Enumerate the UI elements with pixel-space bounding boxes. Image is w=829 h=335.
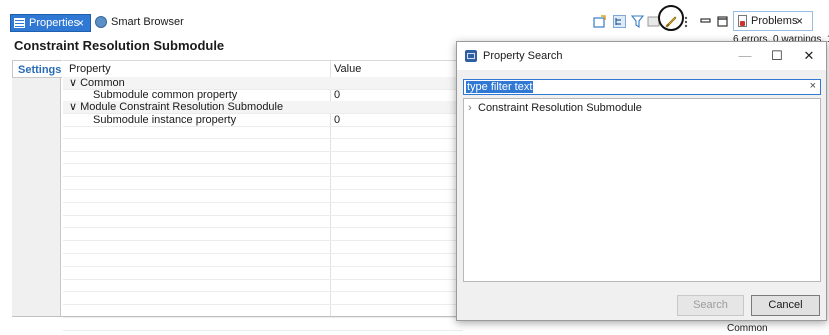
property-label: Common (80, 77, 125, 89)
cancel-button[interactable]: Cancel (751, 295, 820, 316)
property-label: Module Constraint Resolution Submodule (80, 101, 284, 114)
tab-properties-label: Properties (29, 17, 80, 29)
tree-icon[interactable] (613, 15, 626, 28)
search-button[interactable]: Search (677, 295, 744, 316)
value-cell[interactable]: 0 (334, 89, 340, 101)
property-cell: Submodule common property (93, 89, 237, 101)
property-cell: ∨ Module Constraint Resolution Submodule (69, 101, 283, 113)
panel-bottom-border (12, 316, 460, 317)
property-label: Submodule instance property (93, 113, 237, 126)
settings-column (12, 60, 61, 316)
empty-row (63, 254, 463, 267)
common-label: Common (727, 323, 768, 334)
tab-smart-browser-label: Smart Browser (111, 16, 184, 28)
table-row[interactable]: Submodule instance property 0 (63, 114, 463, 127)
column-header-property[interactable]: Property (69, 63, 111, 75)
tree-item-label: Constraint Resolution Submodule (478, 102, 642, 114)
globe-icon (95, 16, 107, 28)
empty-row (63, 318, 463, 331)
empty-row (63, 215, 463, 229)
problems-icon (738, 15, 747, 27)
chevron-right-icon[interactable]: › (468, 102, 478, 114)
minimize-window-button[interactable]: — (731, 46, 759, 66)
property-search-dialog: Property Search — ☐ ✕ type filter text ×… (456, 41, 827, 321)
maximize-icon[interactable] (716, 15, 729, 28)
empty-row (63, 151, 463, 165)
properties-table: Property Value ∨ Common Submodule common … (63, 60, 463, 331)
tree-item[interactable]: › Constraint Resolution Submodule (468, 102, 642, 114)
column-header-value[interactable]: Value (334, 63, 361, 75)
properties-icon (14, 18, 25, 28)
empty-row (63, 164, 463, 178)
tab-problems-label: Problems (751, 15, 798, 27)
chevron-down-icon[interactable]: ∨ (69, 101, 80, 113)
table-header: Property Value (63, 61, 463, 77)
close-icon[interactable]: × (77, 16, 84, 30)
tab-properties[interactable]: Properties × (10, 14, 91, 32)
tab-settings[interactable]: Settings (12, 60, 62, 78)
filter-input[interactable]: type filter text × (463, 79, 821, 95)
maximize-window-button[interactable]: ☐ (763, 46, 791, 66)
table-row[interactable]: ∨ Common (63, 77, 463, 90)
dialog-title: Property Search (483, 50, 563, 62)
close-icon[interactable]: × (796, 14, 803, 28)
filter-icon[interactable] (631, 15, 644, 28)
filter-input-text: type filter text (466, 81, 534, 93)
property-tree: › Constraint Resolution Submodule (463, 98, 821, 282)
new-view-icon[interactable] (593, 15, 606, 28)
empty-row (63, 126, 463, 139)
empty-row (63, 228, 463, 242)
empty-row (63, 267, 463, 280)
chevron-down-icon[interactable]: ∨ (69, 77, 80, 89)
empty-row (63, 292, 463, 306)
empty-row (63, 241, 463, 254)
empty-row (63, 177, 463, 190)
dialog-app-icon (465, 50, 477, 62)
highlight-circle (658, 5, 684, 31)
clear-icon[interactable]: × (810, 80, 816, 92)
dialog-titlebar: Property Search — ☐ ✕ (457, 42, 826, 70)
value-cell[interactable]: 0 (334, 114, 340, 126)
empty-row (63, 139, 463, 152)
empty-row (63, 190, 463, 203)
panel-title: Constraint Resolution Submodule (14, 38, 225, 53)
property-label: Submodule common property (93, 89, 238, 102)
minimize-icon[interactable] (699, 15, 712, 28)
empty-row (63, 279, 463, 293)
property-cell: ∨ Common (69, 77, 125, 89)
tab-problems[interactable]: Problems × (733, 11, 813, 31)
table-row[interactable]: ∨ Module Constraint Resolution Submodule (63, 101, 463, 115)
property-cell: Submodule instance property (93, 114, 236, 126)
empty-row (63, 203, 463, 216)
table-row[interactable]: Submodule common property 0 (63, 89, 463, 103)
close-window-button[interactable]: ✕ (795, 46, 823, 66)
